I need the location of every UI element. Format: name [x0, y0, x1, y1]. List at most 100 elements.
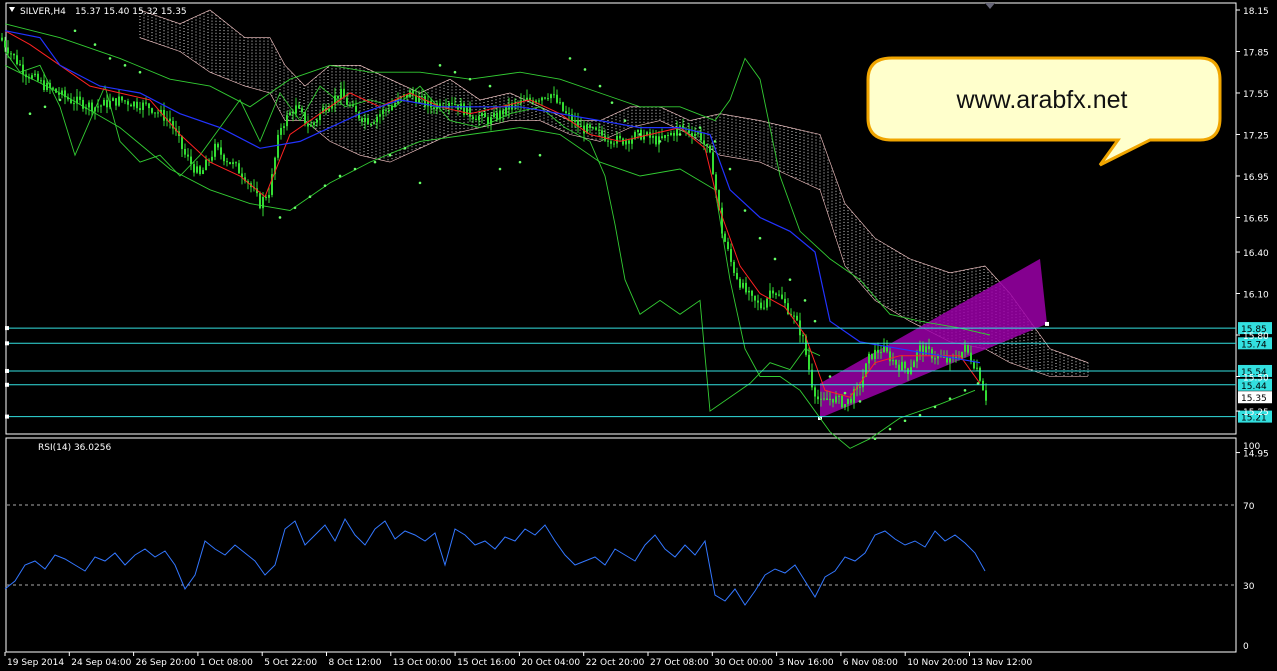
candle-body [859, 386, 861, 388]
candle-body [619, 135, 621, 139]
channel-marker[interactable] [1045, 321, 1049, 326]
candle-body [292, 112, 294, 114]
candle-body [85, 107, 87, 109]
sar-dot [658, 140, 662, 143]
sar-dot [308, 195, 312, 199]
time-tick-label: 8 Oct 12:00 [329, 658, 382, 668]
candle-body [628, 140, 630, 144]
candle-body [151, 108, 153, 113]
candle-body [499, 110, 501, 120]
candle-body [46, 82, 48, 91]
candle-body [25, 74, 27, 78]
candle-body [721, 207, 723, 234]
candle-body [13, 53, 15, 56]
candle-body [130, 104, 132, 107]
candle-body [298, 105, 300, 109]
sar-dot [538, 153, 542, 157]
sar-dot [828, 375, 832, 378]
candle-body [124, 100, 126, 102]
candle-body [421, 96, 423, 98]
sar-dot [903, 419, 907, 423]
candle-body [631, 138, 633, 144]
candle-body [289, 112, 291, 116]
current-price-label: 15.35 [1241, 394, 1267, 404]
candle-body [844, 404, 846, 408]
candle-body [706, 144, 708, 146]
candle-body [826, 398, 828, 401]
candle-body [607, 140, 609, 142]
candle-body [118, 96, 120, 106]
time-tick-label: 3 Nov 16:00 [779, 658, 834, 668]
candle-body [592, 127, 594, 129]
candle-body [190, 156, 192, 165]
candle-body [433, 107, 435, 110]
price-tick-label: 15.80 [1243, 332, 1269, 342]
candle-body [796, 315, 798, 321]
candle-body [757, 300, 759, 303]
candle-body [820, 398, 822, 400]
candle-body [100, 105, 102, 107]
sar-dot [758, 236, 762, 240]
sar-dot [498, 167, 502, 171]
level-anchor[interactable] [5, 414, 9, 419]
rsi-label: RSI(14) 36.0256 [38, 443, 111, 453]
candle-body [16, 55, 18, 65]
candle-body [574, 120, 576, 122]
candle-body [355, 105, 357, 113]
candle-body [67, 97, 69, 100]
level-anchor[interactable] [5, 368, 9, 373]
sar-dot [888, 427, 892, 431]
candle-body [553, 94, 555, 96]
candle-body [733, 261, 735, 273]
candle-body [601, 130, 603, 136]
candle-body [823, 398, 825, 400]
sar-dot [453, 70, 457, 74]
sar-dot [728, 167, 732, 171]
candle-body [235, 162, 237, 164]
candle-body [748, 290, 750, 293]
sar-dot [93, 43, 97, 46]
sar-dot [610, 101, 614, 104]
candle-body [772, 290, 774, 294]
sar-dot [293, 206, 297, 210]
candle-body [661, 136, 663, 139]
candle-body [187, 154, 189, 157]
candle-body [916, 352, 918, 362]
sar-dot [803, 299, 807, 302]
candle-body [133, 101, 135, 107]
candle-body [34, 73, 36, 76]
candle-body [19, 64, 21, 66]
candle-body [760, 302, 762, 309]
candle-body [739, 278, 741, 288]
candle-body [136, 101, 138, 109]
candle-body [742, 282, 744, 288]
candle-body [217, 143, 219, 148]
candle-body [475, 118, 477, 121]
candle-body [52, 87, 54, 89]
candle-body [547, 98, 549, 100]
sar-dot [43, 105, 47, 109]
candle-body [784, 298, 786, 304]
candle-body [913, 361, 915, 368]
candle-body [481, 112, 483, 117]
level-anchor[interactable] [5, 326, 9, 331]
time-tick-label: 15 Oct 16:00 [457, 658, 516, 668]
candle-body [793, 315, 795, 317]
candle-body [349, 104, 351, 106]
candle-body [484, 112, 486, 118]
candle-body [877, 349, 879, 353]
candle-body [238, 163, 240, 174]
candle-body [964, 345, 966, 352]
candle-body [64, 90, 66, 98]
candle-body [904, 361, 906, 369]
level-anchor[interactable] [5, 341, 9, 346]
candle-body [652, 136, 654, 138]
candle-body [388, 109, 390, 111]
sar-dot [858, 400, 862, 403]
candle-body [967, 345, 969, 353]
candle-body [61, 90, 63, 95]
candle-body [376, 116, 378, 123]
candle-body [496, 112, 498, 120]
time-tick-label: 1 Oct 08:00 [200, 658, 253, 668]
level-anchor[interactable] [5, 382, 9, 387]
